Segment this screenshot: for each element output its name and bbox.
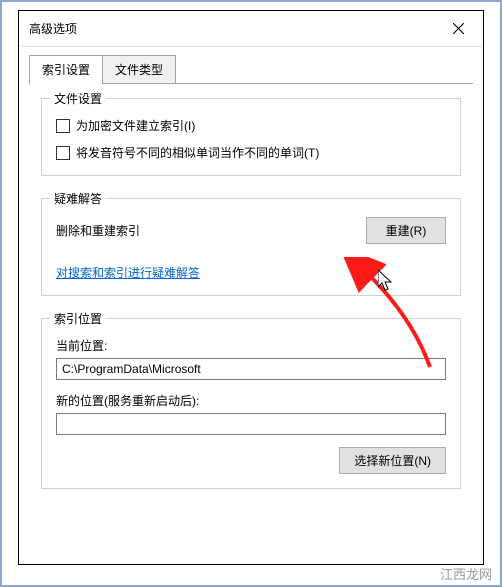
watermark-text: 江西龙网 <box>440 564 492 583</box>
tab-strip: 索引设置 文件类型 <box>19 47 483 84</box>
group-title-file-settings: 文件设置 <box>50 90 106 107</box>
label-new-location: 新的位置(服务重新启动后): <box>56 392 446 409</box>
close-button[interactable] <box>433 11 483 47</box>
group-title-index-location: 索引位置 <box>50 310 106 327</box>
label-treat-similar: 将发音符号不同的相似单词当作不同的单词(T) <box>76 144 319 161</box>
group-troubleshoot: 疑难解答 删除和重建索引 重建(R) 对搜索和索引进行疑难解答 <box>41 198 461 296</box>
group-index-location: 索引位置 当前位置: 新的位置(服务重新启动后): 选择新位置(N) <box>41 318 461 489</box>
checkbox-treat-similar[interactable] <box>56 146 70 160</box>
tab-file-types[interactable]: 文件类型 <box>102 55 176 84</box>
rebuild-button[interactable]: 重建(R) <box>366 217 446 244</box>
group-file-settings: 文件设置 为加密文件建立索引(I) 将发音符号不同的相似单词当作不同的单词(T) <box>41 98 461 176</box>
close-icon <box>453 23 464 34</box>
choose-new-location-button[interactable]: 选择新位置(N) <box>339 447 446 474</box>
window-title: 高级选项 <box>29 20 77 37</box>
label-encrypt-index: 为加密文件建立索引(I) <box>76 117 195 134</box>
label-delete-rebuild: 删除和重建索引 <box>56 222 140 239</box>
input-new-location[interactable] <box>56 413 446 435</box>
group-title-troubleshoot: 疑难解答 <box>50 190 106 207</box>
titlebar: 高级选项 <box>19 11 483 47</box>
advanced-options-dialog: 高级选项 索引设置 文件类型 文件设置 为加密文件建立索引(I) 将发音符号不同… <box>18 10 484 565</box>
tab-index-settings[interactable]: 索引设置 <box>29 55 103 85</box>
label-current-location: 当前位置: <box>56 337 446 354</box>
troubleshoot-link[interactable]: 对搜索和索引进行疑难解答 <box>56 264 200 281</box>
checkbox-encrypt-index[interactable] <box>56 119 70 133</box>
input-current-location[interactable] <box>56 358 446 380</box>
tab-content: 文件设置 为加密文件建立索引(I) 将发音符号不同的相似单词当作不同的单词(T)… <box>19 84 483 564</box>
